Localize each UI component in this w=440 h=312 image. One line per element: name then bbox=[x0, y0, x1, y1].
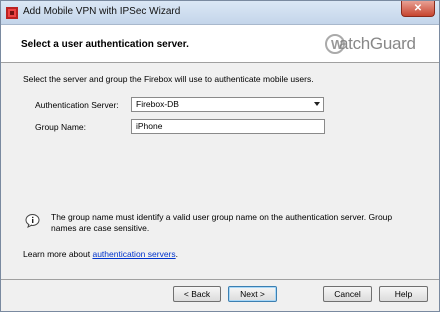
close-button[interactable]: ✕ bbox=[401, 1, 435, 17]
group-name-input[interactable]: iPhone bbox=[131, 119, 325, 134]
watchguard-logo: W atchGuard bbox=[325, 31, 425, 57]
learn-more-suffix: . bbox=[175, 249, 179, 259]
title-bar[interactable]: Add Mobile VPN with IPSec Wizard ✕ bbox=[1, 1, 439, 25]
app-icon bbox=[6, 7, 18, 19]
next-button[interactable]: Next > bbox=[228, 286, 277, 302]
auth-server-value: Firebox-DB bbox=[136, 99, 179, 109]
info-message: The group name must identify a valid use… bbox=[51, 212, 393, 233]
auth-server-select[interactable]: Firebox-DB bbox=[131, 97, 324, 112]
help-button[interactable]: Help bbox=[379, 286, 428, 302]
instructions-text: Select the server and group the Firebox … bbox=[23, 74, 314, 84]
group-name-value: iPhone bbox=[136, 121, 163, 131]
wizard-header: Select a user authentication server. W a… bbox=[1, 25, 439, 63]
back-button[interactable]: < Back bbox=[173, 286, 221, 302]
chevron-down-icon[interactable] bbox=[314, 102, 320, 106]
authentication-servers-link[interactable]: authentication servers bbox=[92, 249, 175, 259]
window-title: Add Mobile VPN with IPSec Wizard bbox=[23, 6, 181, 17]
wizard-window: Add Mobile VPN with IPSec Wizard ✕ Selec… bbox=[0, 0, 440, 312]
info-icon bbox=[25, 213, 40, 228]
learn-more: Learn more about authentication servers. bbox=[23, 249, 178, 259]
auth-server-label: Authentication Server: bbox=[35, 100, 119, 110]
page-title: Select a user authentication server. bbox=[21, 39, 189, 50]
learn-more-prefix: Learn more about bbox=[23, 249, 93, 259]
group-name-label: Group Name: bbox=[35, 122, 87, 132]
cancel-button[interactable]: Cancel bbox=[323, 286, 372, 302]
logo-text: atchGuard bbox=[339, 34, 416, 53]
